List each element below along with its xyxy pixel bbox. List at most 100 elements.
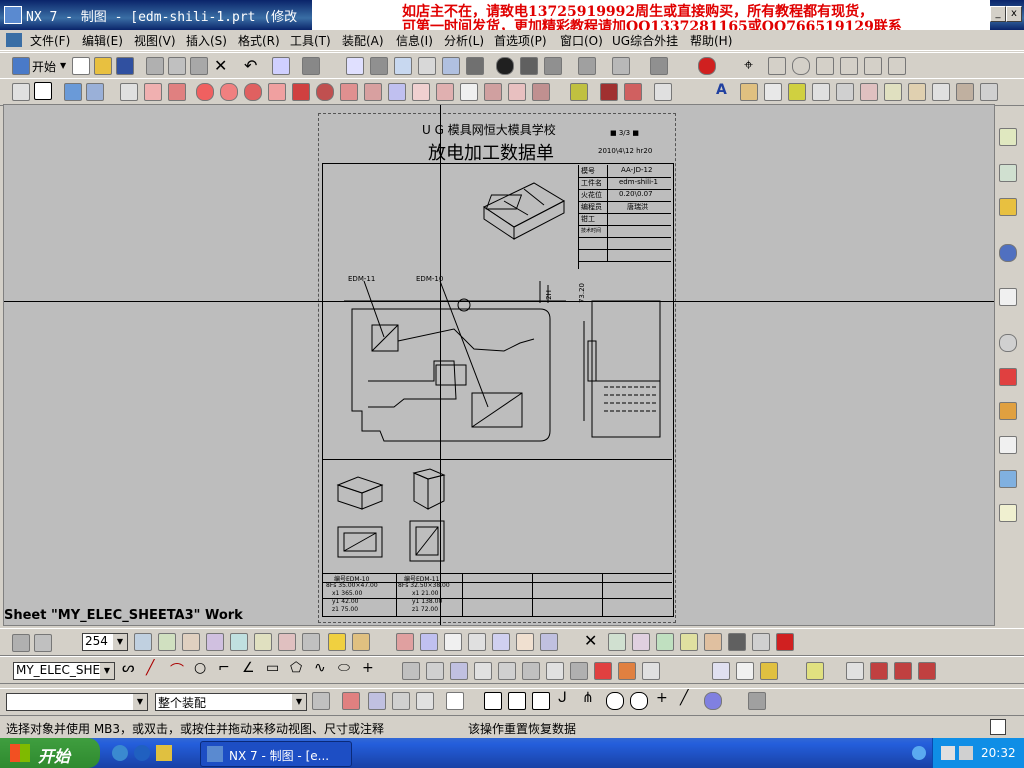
concentric-dimension-icon[interactable]	[492, 633, 510, 651]
view-manager-icon[interactable]	[736, 662, 754, 680]
new-sheet-icon[interactable]	[12, 83, 30, 101]
edit-curve-icon[interactable]	[918, 662, 936, 680]
view-dependent-edit-icon[interactable]	[412, 83, 430, 101]
intersection-curve-icon[interactable]	[546, 662, 564, 680]
app-menu-icon[interactable]	[6, 33, 22, 47]
base-view-icon[interactable]	[120, 83, 138, 101]
volume-icon[interactable]	[959, 746, 973, 760]
system-materials-icon[interactable]	[999, 368, 1017, 386]
paste-icon[interactable]	[190, 57, 208, 75]
target-point-icon[interactable]	[908, 83, 926, 101]
quick-trim-icon[interactable]	[402, 662, 420, 680]
new-file-icon[interactable]	[72, 57, 90, 75]
pan-icon[interactable]	[442, 57, 460, 75]
chamfer-icon[interactable]: ∠	[242, 660, 255, 676]
select-bodies-icon[interactable]	[416, 692, 434, 710]
quick-pick-icon[interactable]	[748, 692, 766, 710]
menu-tools[interactable]: 工具(T)	[290, 32, 331, 49]
thickness-dimension-icon[interactable]	[468, 633, 486, 651]
taskbar-item-nx[interactable]: NX 7 - 制图 - [e...	[200, 741, 352, 767]
parallel-dimension-icon[interactable]	[206, 633, 224, 651]
edit-style-icon[interactable]	[624, 83, 642, 101]
render-style-icon[interactable]	[496, 57, 514, 75]
cylindrical-dimension-icon[interactable]	[302, 633, 320, 651]
chevron-down-icon[interactable]: ▼	[60, 61, 66, 70]
assembly-scope-select[interactable]: 整个装配 ▼	[155, 693, 307, 711]
crosshair-icon[interactable]: ⌖	[744, 55, 753, 75]
snap-midpoint-toggle-icon[interactable]	[532, 692, 550, 710]
pencil-icon[interactable]	[806, 662, 824, 680]
vertical-baseline-icon[interactable]	[632, 633, 650, 651]
snap-on-surface-icon[interactable]	[704, 692, 722, 710]
snap-on-curve-icon[interactable]: ╱	[680, 690, 688, 706]
save-icon[interactable]	[116, 57, 134, 75]
table-icon[interactable]	[654, 83, 672, 101]
select-icon[interactable]	[272, 57, 290, 75]
update-view-icon[interactable]	[364, 83, 382, 101]
snap-point-toggle-icon[interactable]	[484, 692, 502, 710]
copy-icon[interactable]	[168, 57, 186, 75]
snap-circle-icon[interactable]	[792, 57, 810, 75]
snap-center-icon[interactable]	[840, 57, 858, 75]
menu-info[interactable]: 信息(I)	[396, 32, 433, 49]
open-folder-icon[interactable]	[94, 57, 112, 75]
area-fill-icon[interactable]	[956, 83, 974, 101]
ordinate-dimension-icon[interactable]	[444, 633, 462, 651]
sketch-options-icon[interactable]	[34, 634, 52, 652]
section-icon[interactable]	[612, 57, 630, 75]
horizontal-baseline-icon[interactable]	[608, 633, 626, 651]
full-screen-icon[interactable]	[990, 719, 1006, 735]
zoom-select[interactable]: 254 ▼	[82, 633, 128, 651]
menu-insert[interactable]: 插入(S)	[186, 32, 227, 49]
select-features-icon[interactable]	[392, 692, 410, 710]
studio-spline-icon[interactable]: ∿	[314, 660, 326, 676]
line-icon[interactable]: ╱	[146, 660, 154, 676]
profile-icon[interactable]: ᔕ	[122, 660, 134, 676]
menu-file[interactable]: 文件(F)	[30, 32, 70, 49]
rectangle-icon[interactable]	[728, 633, 746, 651]
view-label-icon[interactable]	[436, 83, 454, 101]
view-style-icon[interactable]	[460, 83, 478, 101]
snap-existing-point-icon[interactable]: +	[656, 690, 668, 706]
cut-icon[interactable]	[146, 57, 164, 75]
shaded-icon[interactable]	[466, 57, 484, 75]
radius-dimension-icon[interactable]	[396, 633, 414, 651]
layer-select[interactable]: MY_ELEC_SHE ▼	[13, 662, 115, 680]
annotation-edit-icon[interactable]	[570, 83, 588, 101]
chevron-down-icon[interactable]: ▼	[113, 634, 127, 650]
reuse-library-icon[interactable]	[999, 244, 1017, 262]
start-button[interactable]: 开始	[32, 58, 56, 75]
new-view-icon[interactable]	[712, 662, 730, 680]
ie-alt-icon[interactable]	[134, 745, 150, 761]
chevron-down-icon[interactable]: ▼	[133, 694, 147, 710]
process-studio-icon[interactable]	[999, 402, 1017, 420]
divide-curve-icon[interactable]	[894, 662, 912, 680]
undo-icon[interactable]: ↶	[244, 56, 257, 75]
horizontal-dimension-icon[interactable]	[158, 633, 176, 651]
menu-window[interactable]: 窗口(O)	[560, 32, 603, 49]
diameter-dimension-icon[interactable]	[352, 633, 370, 651]
edit-sheet-icon[interactable]	[64, 83, 82, 101]
ie-icon[interactable]	[112, 745, 128, 761]
angular-dimension-icon[interactable]	[278, 633, 296, 651]
snap-midpoint-icon[interactable]	[768, 57, 786, 75]
vertical-chain-icon[interactable]	[540, 633, 558, 651]
zoom-in-icon[interactable]	[846, 662, 864, 680]
constraint-navigator-icon[interactable]	[999, 164, 1017, 182]
point-icon[interactable]: +	[362, 660, 374, 676]
projected-view-icon[interactable]	[144, 83, 162, 101]
break-view-icon[interactable]	[292, 83, 310, 101]
close-button[interactable]: x	[1006, 6, 1022, 22]
network-icon[interactable]	[941, 746, 955, 760]
layer-icon[interactable]	[578, 57, 596, 75]
perpendicular-dimension-icon[interactable]	[230, 633, 248, 651]
menu-analysis[interactable]: 分析(L)	[444, 32, 484, 49]
drawing-canvas[interactable]: U G 模具网恒大模具学校 放电加工数据单 ■ 3/3 ■ 2010\4\12 …	[3, 104, 995, 626]
arc-length-icon[interactable]	[420, 633, 438, 651]
fillet-icon[interactable]: ⌐	[218, 660, 230, 676]
snap-quadrant-icon[interactable]	[864, 57, 882, 75]
project-curve-icon[interactable]	[570, 662, 588, 680]
hole-dimension-icon[interactable]	[328, 633, 346, 651]
view-boundary-icon[interactable]	[340, 83, 358, 101]
polygon-icon[interactable]: ⬠	[290, 660, 302, 676]
